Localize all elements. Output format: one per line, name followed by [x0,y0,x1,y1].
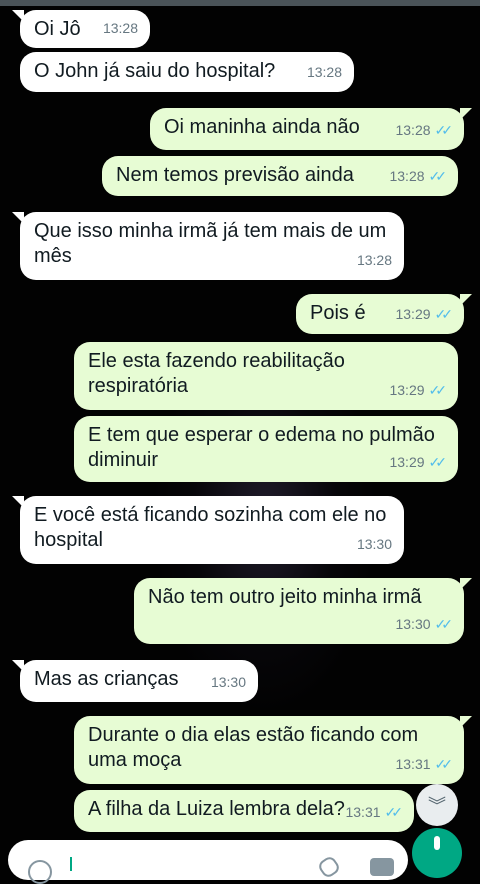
microphone-button[interactable] [412,828,462,878]
message-meta: 13:28 [103,16,138,41]
message-meta: 13:30 [357,532,392,557]
message-bubble-incoming[interactable]: Mas as crianças 13:30 [12,660,258,702]
message-time: 13:30 [210,674,246,690]
message-text: Pois é [310,302,366,324]
message-time: 13:29 [389,454,425,470]
message-bubble-incoming[interactable]: Oi Jô 13:28 [12,10,150,48]
message-text: Ele esta fazendo reabilitação respiratór… [88,350,345,397]
message-time: 13:29 [389,382,425,398]
message-meta: 13:28 ✓✓ [389,164,448,189]
message-bubble-outgoing[interactable]: Durante o dia elas estão ficando com uma… [74,716,472,784]
message-meta: 13:29 ✓✓ [389,378,448,403]
message-meta: 13:28 [307,60,342,85]
double-check-icon: ✓✓ [434,306,454,322]
message-time: 13:31 [345,804,381,820]
message-text: Oi Jô [34,18,81,40]
message-bubble-outgoing[interactable]: E tem que esperar o edema no pulmão dimi… [74,416,458,482]
paperclip-icon[interactable] [316,854,342,880]
message-bubble-outgoing[interactable]: Oi maninha ainda não 13:28 ✓✓ [150,108,472,150]
message-time: 13:28 [102,20,138,36]
double-check-icon: ✓✓ [434,122,454,138]
message-meta: 13:30 [211,670,246,695]
message-meta: 13:31 ✓✓ [395,752,454,777]
message-text: Que isso minha irmã já tem mais de um mê… [34,220,387,267]
message-text: A filha da Luiza lembra dela? [88,798,345,820]
message-text: Mas as crianças [34,668,179,690]
message-input[interactable] [8,840,408,884]
message-text: Nem temos previsão ainda [116,164,354,186]
text-cursor [70,857,72,871]
double-check-icon: ✓✓ [428,168,448,184]
camera-icon[interactable] [370,858,394,876]
message-text: Durante o dia elas estão ficando com uma… [88,724,419,771]
message-bubble-outgoing[interactable]: Não tem outro jeito minha irmã 13:30 ✓✓ [134,578,472,644]
message-bubble-outgoing[interactable]: Nem temos previsão ainda 13:28 ✓✓ [102,156,458,196]
message-text: E você está ficando sozinha com ele no h… [34,504,387,551]
message-time: 13:30 [356,536,392,552]
message-meta: 13:29 ✓✓ [395,302,454,327]
chevron-double-down-icon: ︾ [428,796,446,816]
message-bubble-incoming[interactable]: O John já saiu do hospital? 13:28 [20,52,354,92]
message-meta: 13:28 [357,248,392,273]
message-input-bar [0,826,480,884]
message-time: 13:28 [389,168,425,184]
message-meta: 13:30 ✓✓ [395,612,454,637]
double-check-icon: ✓✓ [434,616,454,632]
message-text: Oi maninha ainda não [164,116,360,138]
message-time: 13:29 [395,306,431,322]
message-meta: 13:31 ✓✓ [345,800,404,825]
double-check-icon: ✓✓ [434,756,454,772]
message-text: Não tem outro jeito minha irmã [148,586,422,608]
message-time: 13:28 [395,122,431,138]
message-time: 13:28 [356,252,392,268]
message-time: 13:28 [306,64,342,80]
message-meta: 13:28 ✓✓ [395,118,454,143]
message-time: 13:31 [395,756,431,772]
double-check-icon: ✓✓ [428,454,448,470]
chat-area[interactable]: Oi Jô 13:28 O John já saiu do hospital? … [0,6,480,832]
message-bubble-incoming[interactable]: Que isso minha irmã já tem mais de um mê… [12,212,404,280]
message-text: O John já saiu do hospital? [34,60,276,82]
scroll-to-bottom-button[interactable]: ︾ [416,784,458,826]
message-bubble-outgoing[interactable]: Ele esta fazendo reabilitação respiratór… [74,342,458,410]
message-time: 13:30 [395,616,431,632]
message-bubble-incoming[interactable]: E você está ficando sozinha com ele no h… [12,496,404,564]
double-check-icon: ✓✓ [384,804,404,820]
message-text: E tem que esperar o edema no pulmão dimi… [88,424,435,471]
message-bubble-outgoing[interactable]: Pois é 13:29 ✓✓ [296,294,472,334]
emoji-icon[interactable] [28,860,52,884]
double-check-icon: ✓✓ [428,382,448,398]
message-meta: 13:29 ✓✓ [389,450,448,475]
